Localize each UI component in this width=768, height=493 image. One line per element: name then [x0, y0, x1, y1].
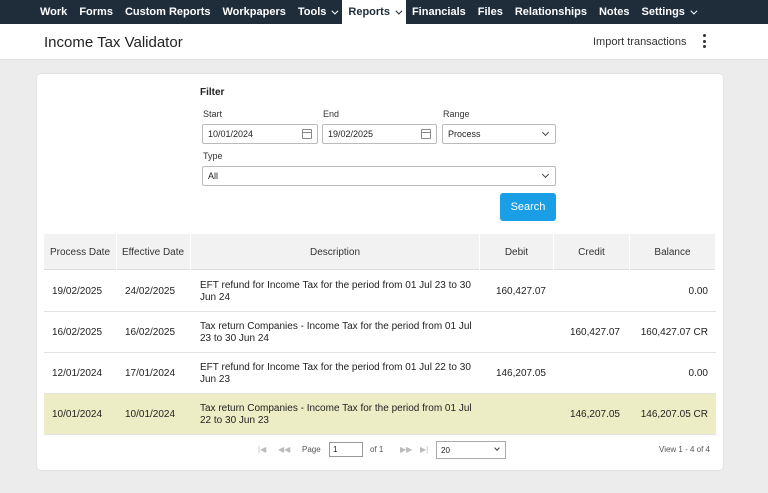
description-cell: EFT refund for Income Tax for the period… [200, 279, 471, 303]
balance-cell: 0.00 [688, 368, 708, 379]
nav-item-label: Financials [411, 6, 466, 18]
end-date-input[interactable]: 19/02/2025 [322, 124, 437, 144]
nav-item-label: Work [40, 6, 68, 18]
description-cell: Tax return Companies - Income Tax for th… [200, 402, 472, 426]
filter-title: Filter [200, 87, 225, 98]
end-label: End [323, 109, 340, 119]
page-title: Income Tax Validator [44, 34, 183, 51]
nav-item-tools[interactable]: Tools [292, 0, 343, 24]
nav-item-label: Settings [641, 6, 685, 18]
debit-cell: 146,207.05 [495, 368, 546, 379]
nav-item-relationships[interactable]: Relationships [509, 0, 593, 24]
end-date-value: 19/02/2025 [328, 129, 374, 139]
type-value: All [208, 171, 219, 181]
more-options-icon[interactable] [700, 33, 708, 49]
last-page-icon[interactable]: ▶| [420, 445, 428, 454]
nav-item-label: Relationships [514, 6, 587, 18]
credit-cell: 160,427.07 [569, 327, 620, 338]
pagination-bar: |◀ ◀◀ Page 1 of 1 ▶▶ ▶| 20 View 1 - 4 of… [44, 437, 716, 461]
top-nav: Work Forms Custom Reports Workpapers Tools Re… [0, 0, 768, 24]
nav-item-files[interactable]: Files [472, 0, 509, 24]
credit-cell [554, 353, 620, 394]
description-cell: Tax return Companies - Income Tax for th… [200, 320, 472, 344]
col-credit[interactable]: Credit [554, 234, 630, 270]
process-date-cell: 10/01/2024 [52, 409, 103, 420]
start-date-input[interactable]: 10/01/2024 [202, 124, 318, 144]
effective-date-cell: 17/01/2024 [125, 368, 176, 379]
page-size-value: 20 [441, 445, 450, 455]
balance-cell: 0.00 [688, 286, 708, 297]
process-date-cell: 16/02/2025 [52, 327, 103, 338]
debit-cell: 160,427.07 [495, 286, 546, 297]
process-date-cell: 19/02/2025 [52, 286, 103, 297]
chevron-down-icon [494, 445, 500, 451]
effective-date-cell: 24/02/2025 [125, 286, 176, 297]
chevron-down-icon [541, 170, 550, 179]
col-process-date[interactable]: Process Date [44, 234, 117, 270]
description-cell: EFT refund for Income Tax for the period… [200, 361, 471, 385]
col-effective-date[interactable]: Effective Date [117, 234, 191, 270]
start-label: Start [203, 109, 223, 119]
page-header: Income Tax Validator Import transactions [0, 24, 768, 60]
type-label: Type [203, 151, 223, 161]
debit-cell [480, 312, 546, 353]
credit-cell [554, 271, 620, 312]
nav-item-settings[interactable]: Settings [636, 0, 701, 24]
chevron-down-icon [541, 128, 550, 137]
calendar-icon[interactable] [302, 129, 312, 139]
nav-item-label: Tools [297, 6, 327, 18]
prev-page-icon[interactable]: ◀◀ [278, 445, 290, 454]
range-label: Range [443, 109, 470, 119]
range-value: Process [448, 129, 481, 139]
table-row-selected[interactable]: 10/01/2024 10/01/2024 Tax return Compani… [44, 394, 716, 435]
col-description[interactable]: Description [191, 234, 480, 270]
import-transactions-link[interactable]: Import transactions [593, 36, 687, 48]
table-row[interactable]: 12/01/2024 17/01/2024 EFT refund for Inc… [44, 353, 716, 394]
nav-item-workpapers[interactable]: Workpapers [217, 0, 292, 24]
debit-cell [480, 394, 546, 435]
process-date-cell: 12/01/2024 [52, 368, 103, 379]
page-count-label: of 1 [370, 445, 384, 454]
nav-item-label: Reports [348, 6, 390, 18]
nav-item-label: Workpapers [222, 6, 286, 18]
nav-item-label: Forms [79, 6, 113, 18]
start-date-value: 10/01/2024 [208, 129, 254, 139]
nav-item-label: Files [477, 6, 503, 18]
page-size-select[interactable]: 20 [436, 441, 506, 459]
table-row[interactable]: 16/02/2025 16/02/2025 Tax return Compani… [44, 312, 716, 353]
page-label: Page [302, 445, 321, 454]
nav-item-forms[interactable]: Forms [73, 0, 119, 24]
range-select[interactable]: Process [442, 124, 556, 144]
effective-date-cell: 16/02/2025 [125, 327, 176, 338]
chevron-down-icon [690, 7, 698, 15]
nav-item-reports[interactable]: Reports [342, 0, 406, 24]
balance-cell: 160,427.07 CR [640, 327, 708, 338]
nav-item-label: Custom Reports [124, 6, 211, 18]
type-select[interactable]: All [202, 166, 556, 186]
nav-item-work[interactable]: Work [34, 0, 73, 24]
nav-item-custom-reports[interactable]: Custom Reports [119, 0, 217, 24]
nav-item-financials[interactable]: Financials [406, 0, 472, 24]
balance-cell: 146,207.05 CR [640, 409, 708, 420]
next-page-icon[interactable]: ▶▶ [400, 445, 412, 454]
effective-date-cell: 10/01/2024 [125, 409, 176, 420]
table-row[interactable]: 19/02/2025 24/02/2025 EFT refund for Inc… [44, 271, 716, 312]
col-balance[interactable]: Balance [630, 234, 716, 270]
view-count-text: View 1 - 4 of 4 [659, 445, 710, 454]
search-button[interactable]: Search [500, 193, 556, 221]
credit-cell: 146,207.05 [569, 409, 620, 420]
calendar-icon[interactable] [421, 129, 431, 139]
first-page-icon[interactable]: |◀ [258, 445, 266, 454]
page-number-input[interactable]: 1 [329, 442, 363, 457]
chevron-down-icon [395, 7, 403, 15]
nav-item-label: Notes [598, 6, 630, 18]
chevron-down-icon [331, 7, 339, 15]
col-debit[interactable]: Debit [480, 234, 554, 270]
nav-item-notes[interactable]: Notes [593, 0, 636, 24]
table-header: Process Date Effective Date Description … [44, 234, 716, 270]
